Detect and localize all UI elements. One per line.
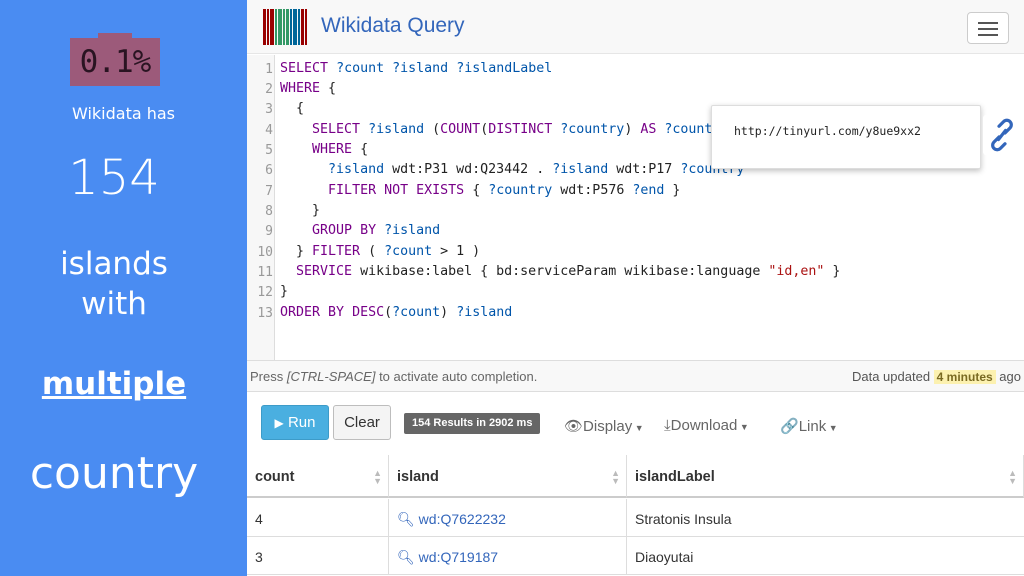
line-number: 10: [257, 245, 273, 260]
cell-island[interactable]: 🔍︎ wd:Q719187: [389, 537, 627, 575]
line-number: 8: [265, 204, 273, 219]
run-button[interactable]: ▶ Run: [261, 405, 329, 440]
run-label: Run: [287, 414, 316, 431]
code-line[interactable]: WHERE {: [280, 81, 336, 96]
code-line[interactable]: SELECT ?island (COUNT(DISTINCT ?country)…: [280, 122, 720, 137]
display-dropdown[interactable]: 👁Display ▼: [564, 417, 644, 435]
slide-count: 154: [68, 150, 160, 206]
line-number-gutter: 1 2 3 4 5 6 7 8 9 10 11 12 13: [247, 55, 275, 360]
link-icon: 🔗: [780, 418, 799, 435]
autocomplete-hint: Press [CTRL-SPACE] to activate auto comp…: [250, 369, 537, 384]
updated-age-badge: 4 minutes: [933, 370, 996, 384]
play-icon: ▶: [274, 416, 284, 430]
percent-badge: 0.1%: [70, 33, 160, 86]
clear-button[interactable]: Clear: [333, 405, 391, 440]
updated-prefix: Data updated: [851, 369, 934, 384]
code-line[interactable]: SERVICE wikibase:label { bd:serviceParam…: [280, 264, 840, 279]
results-count-badge: 154 Results in 2902 ms: [404, 413, 541, 434]
table-row: 3 🔍︎ wd:Q719187 Diaoyutai: [247, 537, 1024, 575]
menu-bar-icon: [978, 34, 998, 36]
code-line[interactable]: ORDER BY DESC(?count) ?island: [280, 305, 512, 320]
column-header-label: islandLabel: [635, 469, 715, 485]
chain-link-icon: [991, 118, 1013, 152]
island-entity-link[interactable]: wd:Q719187: [419, 549, 498, 565]
slide-line-with: with: [81, 286, 147, 322]
line-number: 3: [265, 102, 273, 117]
sort-arrows-icon[interactable]: ▲ ▼: [611, 469, 620, 486]
download-icon: ⤓: [664, 417, 671, 434]
link-label: Link: [798, 418, 827, 435]
slide-intro: Wikidata has: [71, 104, 176, 123]
hamburger-menu-button[interactable]: [967, 12, 1009, 44]
line-number: 12: [257, 285, 273, 300]
search-icon[interactable]: 🔍︎: [397, 549, 415, 565]
results-toolbar: ▶ Run Clear 154 Results in 2902 ms 👁Disp…: [247, 393, 1024, 455]
line-number: 1: [265, 62, 273, 77]
screen: 0.1% Wikidata has 154 islands with multi…: [0, 0, 1024, 576]
code-line[interactable]: } FILTER ( ?count > 1 ): [280, 244, 480, 259]
caret-down-icon: ▼: [632, 423, 644, 433]
column-header-label: count: [255, 469, 295, 485]
code-line[interactable]: {: [280, 101, 304, 116]
line-number: 13: [257, 306, 273, 321]
cell-count: 4: [247, 499, 389, 537]
link-dropdown[interactable]: 🔗Link ▼: [780, 417, 838, 435]
column-header-island[interactable]: island ▲ ▼: [389, 455, 627, 498]
display-label: Display: [583, 418, 633, 435]
app-title[interactable]: Wikidata Query: [321, 14, 465, 38]
cell-count: 3: [247, 537, 389, 575]
wikidata-logo-icon: [263, 9, 311, 45]
column-header-islandlabel[interactable]: islandLabel ▲ ▼: [627, 455, 1024, 498]
code-line[interactable]: ?island wdt:P31 wd:Q23442 . ?island wdt:…: [280, 162, 744, 177]
download-label: Download: [670, 417, 738, 434]
table-row: 4 🔍︎ wd:Q7622232 Stratonis Insula: [247, 499, 1024, 537]
cell-island-label: Diaoyutai: [635, 549, 694, 565]
updated-suffix: ago: [995, 369, 1021, 384]
column-header-label: island: [397, 469, 439, 485]
line-number: 7: [265, 184, 273, 199]
column-header-count[interactable]: count ▲ ▼: [247, 455, 389, 498]
cell-island[interactable]: 🔍︎ wd:Q7622232: [389, 499, 627, 537]
download-dropdown[interactable]: ⤓Download ▼: [664, 417, 749, 434]
eye-icon: 👁: [564, 418, 584, 435]
editor-status-bar: Press [CTRL-SPACE] to activate auto comp…: [247, 360, 1024, 392]
query-app: Wikidata Query 1 2 3 4 5 6 7 8 9 10 11 1…: [247, 0, 1024, 576]
sort-arrows-icon[interactable]: ▲ ▼: [373, 469, 382, 486]
hint-suffix: to activate auto completion.: [375, 369, 538, 384]
app-header: Wikidata Query: [247, 0, 1024, 54]
caret-down-icon: ▼: [826, 423, 838, 433]
query-editor[interactable]: 1 2 3 4 5 6 7 8 9 10 11 12 13 SELECT ?co…: [247, 55, 1024, 360]
slide-panel: 0.1% Wikidata has 154 islands with multi…: [0, 0, 247, 576]
slide-line-islands: islands: [60, 246, 168, 282]
code-line[interactable]: }: [280, 284, 288, 299]
hint-prefix: Press: [250, 369, 287, 384]
island-entity-link[interactable]: wd:Q7622232: [419, 511, 506, 527]
slide-line-country: country: [29, 448, 199, 499]
line-number: 9: [265, 224, 273, 239]
code-line[interactable]: WHERE {: [280, 142, 368, 157]
search-icon[interactable]: 🔍︎: [397, 511, 415, 527]
hint-keys: [CTRL-SPACE]: [286, 369, 376, 384]
short-url-popup: http://tinyurl.com/y8ue9xx2: [711, 105, 981, 169]
short-url-link-button[interactable]: [983, 115, 1021, 155]
line-number: 6: [265, 163, 273, 178]
code-line[interactable]: }: [280, 203, 320, 218]
data-updated-status: Data updated 4 minutes ago: [852, 369, 1021, 384]
short-url-text[interactable]: http://tinyurl.com/y8ue9xx2: [734, 124, 921, 138]
line-number: 4: [265, 123, 273, 138]
results-table: count ▲ ▼ island ▲ ▼ islandLabel ▲ ▼ 4 🔍︎ wd:Q…: [247, 455, 1024, 576]
code-line[interactable]: SELECT ?count ?island ?islandLabel: [280, 61, 552, 76]
code-line[interactable]: GROUP BY ?island: [280, 223, 440, 238]
sort-arrows-icon[interactable]: ▲ ▼: [1008, 469, 1017, 486]
line-number: 11: [257, 265, 273, 280]
code-line[interactable]: FILTER NOT EXISTS { ?country wdt:P576 ?e…: [280, 183, 680, 198]
slide-line-multiple: multiple: [41, 366, 187, 402]
cell-island-label: Stratonis Insula: [635, 511, 732, 527]
line-number: 5: [265, 143, 273, 158]
caret-down-icon: ▼: [737, 422, 749, 432]
menu-bar-icon: [978, 28, 998, 30]
line-number: 2: [265, 82, 273, 97]
menu-bar-icon: [978, 22, 998, 24]
